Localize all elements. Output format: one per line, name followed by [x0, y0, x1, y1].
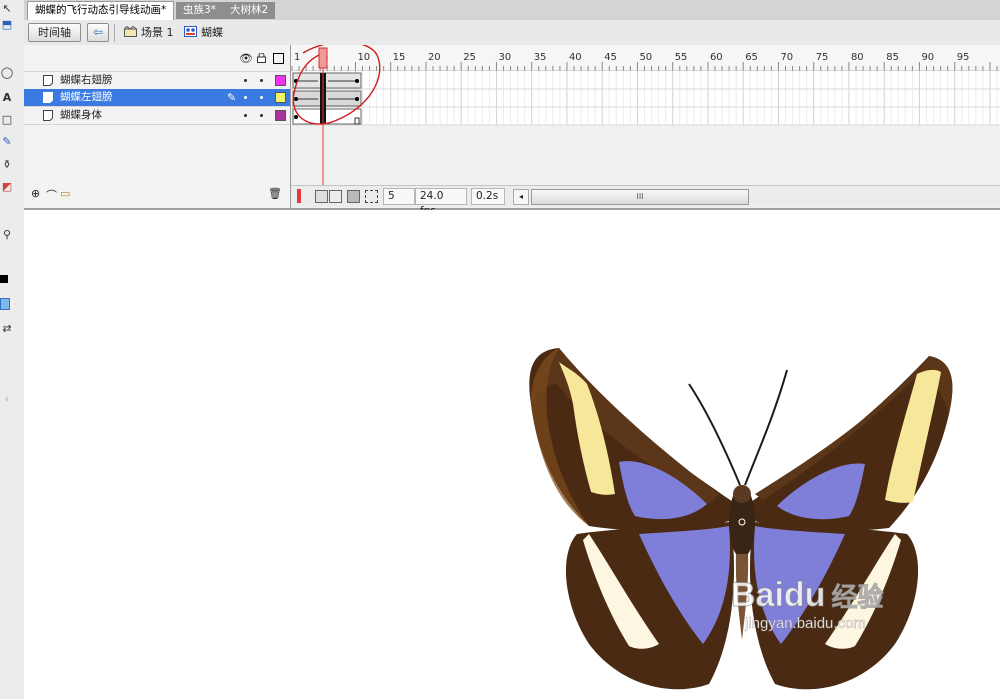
add-motion-guide-icon[interactable]: ⌒ [46, 187, 57, 203]
fill-color-icon[interactable] [0, 298, 10, 310]
add-layer-icon[interactable]: ⊕ [31, 187, 40, 200]
ruler-label: 90 [921, 52, 934, 63]
watermark-brand-row: Baidu 经验 [730, 576, 884, 615]
layer-color-swatch[interactable] [275, 110, 286, 121]
layer-color-swatch[interactable] [275, 75, 286, 86]
layer-page-icon [43, 110, 53, 121]
tab-forest-document[interactable]: 大树林2 [223, 2, 276, 19]
collapse-panel-icon[interactable]: ‹ [0, 392, 14, 406]
zoom-tool-icon[interactable]: ⚲ [0, 228, 14, 242]
ruler-label: 80 [851, 52, 864, 63]
ruler-label: 60 [710, 52, 723, 63]
breadcrumb-scene[interactable]: 场景 1 [124, 25, 174, 41]
modify-onion-markers-icon[interactable] [365, 190, 378, 203]
ink-bottle-tool-icon[interactable]: ⚱ [0, 158, 14, 172]
lock-dot[interactable] [260, 79, 263, 82]
ruler-label: 30 [498, 52, 511, 63]
ruler-label: 10 [357, 52, 370, 63]
back-arrow-icon[interactable]: ⇦ [87, 23, 109, 42]
elapsed-time-field: 0.2s [471, 188, 505, 205]
symbol-label: 蝴蝶 [201, 26, 223, 39]
pencil-icon: ✎ [227, 91, 237, 104]
frame-grid[interactable]: 15101520253035404550556065707580859095 [291, 45, 1000, 185]
free-transform-tool-icon[interactable]: ⬒ [0, 18, 14, 32]
ruler-label: 50 [639, 52, 652, 63]
layer-page-icon [43, 92, 53, 103]
ruler-label: 95 [957, 52, 970, 63]
timeline-toggle-button[interactable]: 时间轴 [28, 23, 81, 42]
ruler-label: 15 [393, 52, 406, 63]
timeline-status-bar: 5 24.0 fps 0.2s ◂ III [291, 185, 1000, 217]
onion-skin-icon[interactable] [315, 190, 328, 203]
divider [114, 24, 115, 42]
timeline-scrollbar[interactable]: III [531, 189, 749, 205]
delete-layer-icon[interactable]: 🗑 [268, 187, 282, 200]
ruler-label: 35 [534, 52, 547, 63]
document-tabs: 蝴蝶的飞行动态引导线动画* 虫族3* 大树林2 [24, 0, 1000, 21]
visibility-dot[interactable] [244, 114, 247, 117]
scene-icon [124, 26, 137, 37]
ruler-label: 20 [428, 52, 441, 63]
tab-insects-document[interactable]: 虫族3* [176, 2, 223, 19]
ruler-label: 1 [294, 52, 300, 63]
ruler-label: 85 [886, 52, 899, 63]
layer-name: 蝴蝶身体 [60, 109, 102, 121]
ruler-label: 75 [816, 52, 829, 63]
eye-icon[interactable]: 👁 [239, 52, 253, 65]
edit-multiple-frames-icon[interactable] [347, 190, 360, 203]
watermark-brand-cn: 经验 [831, 582, 884, 613]
swap-colors-icon[interactable]: ⇄ [0, 322, 14, 336]
add-folder-icon[interactable]: ▭ [60, 187, 70, 200]
edit-bar: 时间轴 ⇦ 场景 1 蝴蝶 [24, 20, 1000, 46]
watermark-brand: Baidu [730, 576, 826, 614]
layer-row-body[interactable]: 蝴蝶身体 [24, 107, 290, 125]
scene-label: 场景 1 [141, 26, 174, 39]
ruler-label: 55 [675, 52, 688, 63]
stage[interactable]: Baidu 经验 jingyan.baidu.com [24, 210, 1000, 699]
eraser-tool-icon[interactable]: ◩ [0, 180, 14, 194]
center-frame-icon[interactable] [297, 189, 301, 203]
lock-dot[interactable] [260, 96, 263, 99]
stroke-color-icon[interactable] [0, 275, 8, 283]
ruler-label: 65 [745, 52, 758, 63]
tools-panel: ↖ ⬒ ◯ A □ ✎ ⚱ ◩ ⚲ ⇄ ‹ [0, 0, 25, 699]
ruler-label: 45 [604, 52, 617, 63]
lasso-tool-icon[interactable]: ◯ [0, 66, 14, 80]
outline-icon[interactable] [273, 53, 284, 64]
layer-name: 蝴蝶左翅膀 [60, 91, 113, 103]
visibility-dot[interactable] [244, 79, 247, 82]
watermark-url: jingyan.baidu.com [745, 615, 866, 633]
current-frame-field: 5 [383, 188, 415, 205]
layer-page-icon [43, 75, 53, 86]
timeline-panel: 👁 蝴蝶右翅膀 蝴蝶左翅膀 ✎ 蝴蝶身体 ⊕ ⌒ ▭ � [24, 45, 1000, 217]
movie-clip-symbol-icon [184, 26, 197, 37]
ruler-label: 25 [463, 52, 476, 63]
layer-name: 蝴蝶右翅膀 [60, 74, 113, 86]
layer-color-swatch[interactable] [275, 92, 286, 103]
lock-dot[interactable] [260, 114, 263, 117]
ruler-label: 70 [780, 52, 793, 63]
scroll-left-arrow-icon[interactable]: ◂ [513, 189, 529, 205]
layer-panel: 👁 蝴蝶右翅膀 蝴蝶左翅膀 ✎ 蝴蝶身体 ⊕ ⌒ ▭ � [24, 45, 291, 208]
layer-row-right-wing[interactable]: 蝴蝶右翅膀 [24, 71, 290, 90]
rectangle-tool-icon[interactable]: □ [0, 113, 14, 127]
visibility-dot[interactable] [244, 96, 247, 99]
text-tool-icon[interactable]: A [0, 91, 14, 105]
frame-area: 15101520253035404550556065707580859095 [291, 45, 1000, 208]
subselect-tool-icon[interactable]: ↖ [0, 2, 14, 16]
onion-skin-outlines-icon[interactable] [329, 190, 342, 203]
tab-butterfly-document[interactable]: 蝴蝶的飞行动态引导线动画* [27, 1, 175, 21]
butterfly-graphic[interactable] [519, 344, 959, 700]
layer-row-left-wing[interactable]: 蝴蝶左翅膀 ✎ [24, 89, 290, 107]
breadcrumb-symbol[interactable]: 蝴蝶 [184, 25, 223, 41]
watermark: Baidu 经验 jingyan.baidu.com [730, 576, 884, 633]
frame-rate-field[interactable]: 24.0 fps [415, 188, 467, 217]
lock-icon[interactable] [257, 53, 266, 63]
pencil-tool-icon[interactable]: ✎ [0, 135, 14, 149]
ruler-label: 40 [569, 52, 582, 63]
